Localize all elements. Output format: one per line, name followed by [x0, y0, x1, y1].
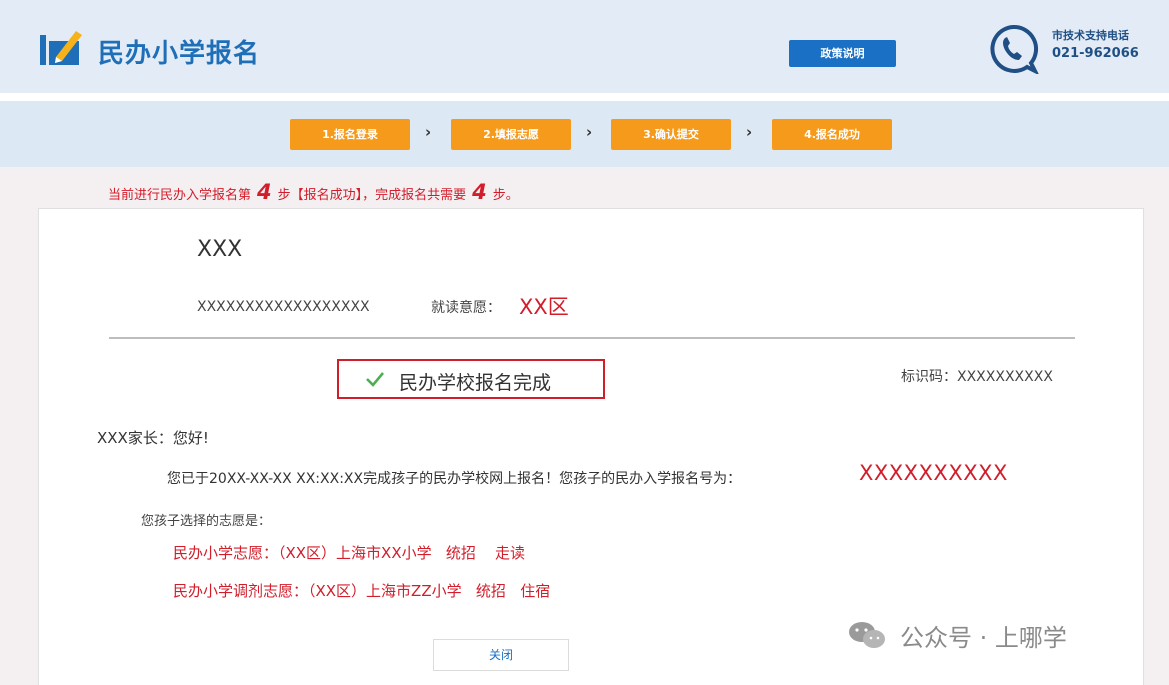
chevron-right-icon: › [425, 123, 432, 141]
section-divider [109, 337, 1075, 339]
progress-text: 当前进行民办入学报名第 4 步【报名成功】，完成报名共需要 4 步。 [108, 180, 519, 204]
preference-value: XX区 [519, 295, 569, 319]
chevron-right-icon: › [746, 123, 753, 141]
id-code-label: 标识码： [901, 369, 957, 385]
edit-form-icon [40, 31, 82, 65]
support-phone: 021-962066 [1052, 46, 1139, 61]
progress-middle: 步【报名成功】，完成报名共需要 [277, 188, 467, 203]
wechat-icon [849, 622, 885, 648]
student-name: XXX [197, 237, 243, 262]
student-id: XXXXXXXXXXXXXXXXXX [197, 299, 370, 315]
total-steps-number: 4 [472, 180, 487, 204]
step-4: 4.报名成功 [772, 119, 892, 150]
phone-support-icon [990, 24, 1039, 74]
header-bar: 民办小学报名 政策说明 市技术支持电话 021-962066 [0, 0, 1169, 93]
id-code: 标识码：XXXXXXXXXX [901, 366, 1053, 386]
completion-message: 您已于20XX-XX-XX XX:XX:XX完成孩子的民办学校网上报名！您孩子的… [167, 471, 742, 487]
step-2: 2.填报志愿 [451, 119, 571, 150]
step-3: 3.确认提交 [611, 119, 731, 150]
choice-primary: 民办小学志愿：（XX区）上海市XX小学 统招 走读 [173, 544, 525, 562]
progress-prefix: 当前进行民办入学报名第 [108, 188, 252, 203]
choices-label: 您孩子选择的志愿是： [141, 514, 272, 529]
step-1: 1.报名登录 [290, 119, 410, 150]
status-badge: 民办学校报名完成 [337, 359, 605, 399]
preference-label: 就读意愿： [431, 300, 501, 316]
app-title: 民办小学报名 [98, 39, 261, 69]
status-text: 民办学校报名完成 [399, 372, 552, 394]
steps-bar: 1.报名登录 › 2.填报志愿 › 3.确认提交 › 4.报名成功 [0, 101, 1169, 167]
choice-adjust: 民办小学调剂志愿：（XX区）上海市ZZ小学 统招 住宿 [173, 582, 551, 600]
check-icon [366, 372, 384, 387]
close-button[interactable]: 关闭 [433, 639, 569, 671]
greeting: XXX家长：您好! [97, 429, 209, 447]
support-label: 市技术支持电话 [1052, 29, 1129, 42]
id-code-value: XXXXXXXXXX [957, 369, 1053, 385]
chevron-right-icon: › [586, 123, 593, 141]
registration-number: XXXXXXXXXX [859, 461, 1008, 485]
header-divider [0, 93, 1169, 101]
current-step-number: 4 [257, 180, 272, 204]
result-card: XXX XXXXXXXXXXXXXXXXXX 就读意愿： XX区 民办学校报名完… [38, 208, 1144, 685]
watermark-text: 公众号 · 上哪学 [900, 624, 1067, 652]
progress-suffix: 步。 [492, 188, 519, 203]
policy-button[interactable]: 政策说明 [789, 40, 896, 67]
